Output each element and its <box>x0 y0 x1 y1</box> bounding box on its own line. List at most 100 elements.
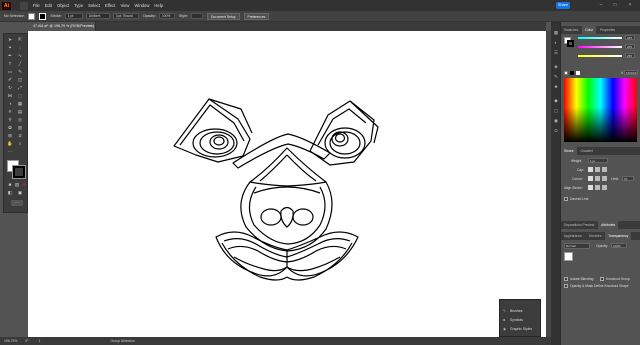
libraries-item-brushes[interactable]: ✎ Brushes <box>503 307 522 315</box>
curvature-tool-icon[interactable]: ∿ <box>17 53 23 59</box>
scale-tool-icon[interactable]: ⤢ <box>17 85 23 91</box>
artboard-tool-icon[interactable]: ⊞ <box>7 133 13 139</box>
document-tab[interactable]: 47.Ai5.ai* @ 196.79 % (RGB/Preview) × <box>28 22 96 31</box>
dashed-line-checkbox[interactable] <box>564 197 568 201</box>
gradient-tool-icon[interactable]: ▤ <box>17 109 23 115</box>
tab-stroke[interactable]: Stroke <box>561 147 577 155</box>
hand-tool-icon[interactable]: ✋ <box>7 141 13 147</box>
transparency-opacity-field[interactable]: 100% <box>611 243 627 248</box>
none-color-chip[interactable] <box>564 71 568 75</box>
stroke-weight-field[interactable]: 1 pt <box>64 13 83 19</box>
style-select[interactable] <box>190 13 203 19</box>
shape-builder-icon[interactable]: ◑ <box>7 101 13 107</box>
zoom-level[interactable]: 196.79% <box>4 339 17 343</box>
paintbrush-tool-icon[interactable]: ✎ <box>17 69 23 75</box>
magic-wand-icon[interactable]: ✦ <box>7 45 13 51</box>
tab-swatches[interactable]: Swatches <box>561 26 581 34</box>
preferences-button[interactable]: Preferences <box>243 12 270 20</box>
gradient-mode-icon[interactable]: ▧ <box>14 182 20 188</box>
none-mode-icon[interactable]: ⊘ <box>21 182 27 188</box>
align-center-icon[interactable] <box>588 185 593 190</box>
artboard-number[interactable]: 1 <box>39 339 41 343</box>
menu-object[interactable]: Object <box>57 3 69 8</box>
menu-help[interactable]: Help <box>154 3 163 8</box>
opacity-mask-checkbox[interactable] <box>564 284 568 288</box>
brush-definition-select[interactable]: 3 pt. Round <box>112 13 139 19</box>
round-cap-icon[interactable] <box>595 167 600 172</box>
menu-view[interactable]: View <box>120 3 129 8</box>
white-color-chip[interactable] <box>576 71 580 75</box>
green-value[interactable]: 255 <box>625 44 635 49</box>
pen-tool-icon[interactable]: ✒ <box>7 53 13 59</box>
blend-mode-select[interactable]: Normal <box>564 243 590 249</box>
bevel-join-icon[interactable] <box>602 176 607 181</box>
menu-window[interactable]: Window <box>134 3 149 8</box>
color-mode-icon[interactable]: ■ <box>7 182 13 188</box>
align-inside-icon[interactable] <box>595 185 600 190</box>
weight-field[interactable]: 1 pt <box>588 158 608 163</box>
swatches-panel-icon[interactable]: ▦ <box>553 30 559 36</box>
graphic-styles-panel-icon[interactable]: ◉ <box>553 118 559 124</box>
tab-appearance[interactable]: Appearance <box>561 232 585 240</box>
menu-effect[interactable]: Effect <box>105 3 116 8</box>
free-transform-icon[interactable]: ⬚ <box>17 93 23 99</box>
blue-slider[interactable] <box>578 55 622 57</box>
color-guide-icon[interactable]: ◈ <box>553 64 559 70</box>
layers-panel-icon[interactable]: ◆ <box>553 98 559 104</box>
properties-panel-icon[interactable]: ☰ <box>553 50 559 56</box>
green-slider[interactable] <box>578 46 622 48</box>
red-value[interactable]: 255 <box>625 35 635 40</box>
tab-properties[interactable]: Properties <box>597 26 618 34</box>
libraries-item-symbols[interactable]: ♣ Symbols <box>503 316 523 324</box>
mesh-tool-icon[interactable]: # <box>7 109 13 115</box>
knockout-group-checkbox[interactable] <box>600 277 604 281</box>
eraser-tool-icon[interactable]: ◫ <box>17 77 23 83</box>
projecting-cap-icon[interactable] <box>602 167 607 172</box>
opacity-mask-thumbnail[interactable] <box>564 252 573 261</box>
butt-cap-icon[interactable] <box>588 167 593 172</box>
graph-tool-icon[interactable]: ▥ <box>17 125 23 131</box>
tab-separations-preview[interactable]: Separations Preview <box>561 221 597 229</box>
color-spectrum[interactable] <box>564 78 637 142</box>
align-outside-icon[interactable] <box>602 185 607 190</box>
direct-selection-tool-icon[interactable]: ⇱ <box>17 37 23 43</box>
tab-attributes[interactable]: Attributes <box>598 221 619 229</box>
maximize-icon[interactable]: □ <box>611 1 619 9</box>
blue-value[interactable]: 255 <box>625 53 635 58</box>
miter-join-icon[interactable] <box>588 176 593 181</box>
shaper-tool-icon[interactable]: ✐ <box>7 77 13 83</box>
blend-tool-icon[interactable]: ◎ <box>17 117 23 123</box>
tab-gradient[interactable]: Gradient <box>577 147 596 155</box>
edit-toolbar-icon[interactable]: ⋯ <box>7 149 13 155</box>
libraries-item-graphic-styles[interactable]: ◉ Graphic Styles <box>503 325 532 333</box>
hex-field[interactable]: FFFFFF <box>624 70 638 75</box>
menu-edit[interactable]: Edit <box>45 3 52 8</box>
close-tab-icon[interactable]: × <box>90 22 92 31</box>
selection-tool-icon[interactable]: ➤ <box>7 37 13 43</box>
black-color-chip[interactable] <box>570 71 574 75</box>
share-button[interactable]: Share <box>556 2 570 9</box>
tab-transparency[interactable]: Transparency <box>605 232 632 240</box>
brushes-panel-icon[interactable]: ✎ <box>553 74 559 80</box>
close-icon[interactable]: × <box>626 1 634 9</box>
symbols-panel-icon[interactable]: ♣ <box>553 84 559 90</box>
opacity-field[interactable]: 100% <box>158 13 175 19</box>
rectangle-tool-icon[interactable]: ▭ <box>7 69 13 75</box>
zoom-tool-icon[interactable]: ⌕ <box>17 141 23 147</box>
menu-select[interactable]: Select <box>88 3 100 8</box>
symbol-sprayer-icon[interactable]: ✿ <box>7 125 13 131</box>
round-join-icon[interactable] <box>595 176 600 181</box>
more-tools-icon[interactable]: ⋯ <box>11 200 23 206</box>
slice-tool-icon[interactable]: ⧄ <box>17 133 23 139</box>
draw-mode-icon[interactable]: ◧ <box>7 190 13 196</box>
screen-mode-icon[interactable]: ▣ <box>17 190 23 196</box>
rotate-view-angle[interactable]: 0° <box>25 339 28 343</box>
color-stroke-swatch[interactable] <box>567 40 574 47</box>
workspace-switcher-icon[interactable] <box>20 1 28 10</box>
lasso-tool-icon[interactable]: ◌ <box>17 45 23 51</box>
perspective-grid-icon[interactable]: ▦ <box>17 101 23 107</box>
minimize-icon[interactable]: – <box>597 1 605 9</box>
stroke-swatch[interactable] <box>39 12 47 20</box>
links-panel-icon[interactable]: ⊙ <box>553 128 559 134</box>
artboard-canvas[interactable] <box>28 31 546 337</box>
